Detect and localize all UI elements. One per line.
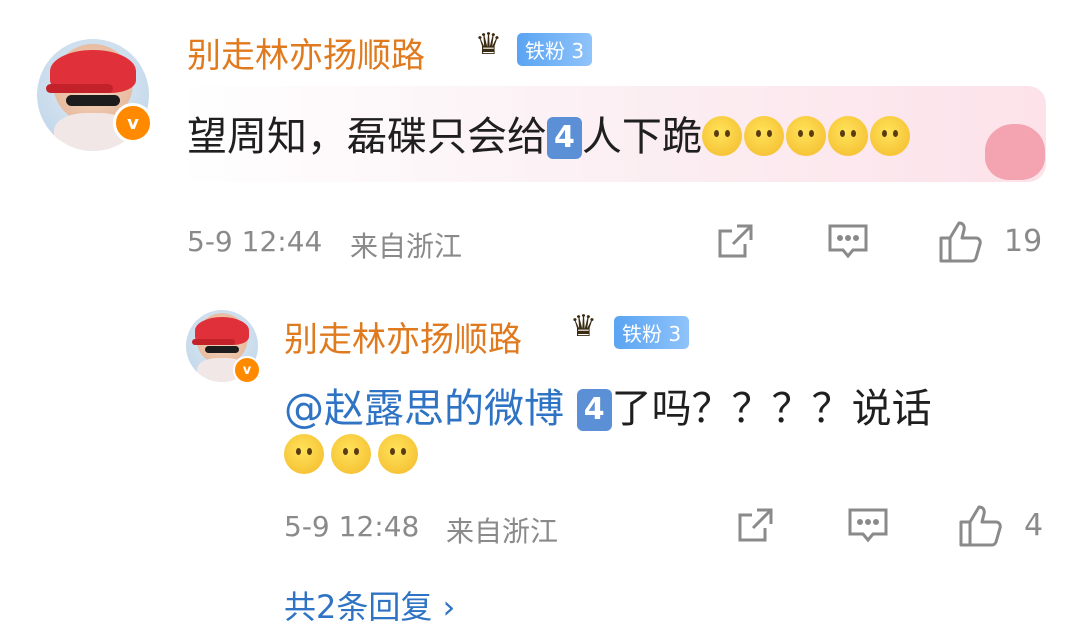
- verified-badge: v: [113, 103, 153, 143]
- emoji-icon: [378, 434, 419, 474]
- fan-badge[interactable]: 铁粉 3: [517, 33, 593, 66]
- emoji-icon: [785, 116, 826, 156]
- emoji-icon: [701, 116, 742, 156]
- verified-badge: v: [233, 356, 261, 384]
- comment-location: 来自浙江: [350, 230, 463, 263]
- like-icon[interactable]: [958, 504, 1004, 548]
- crown-icon: ♛: [570, 309, 597, 344]
- reply-text-after: 了吗？？？？说话: [611, 386, 932, 432]
- comment-text-after: 人下跪: [581, 114, 702, 160]
- comment-time: 5-9 12:44: [187, 225, 323, 258]
- comment-username[interactable]: 别走林亦扬顺路: [187, 28, 425, 77]
- comment-text-before: 望周知，磊碟只会给: [187, 114, 547, 160]
- fan-badge[interactable]: 铁粉 3: [614, 316, 690, 349]
- comment-text: 望周知，磊碟只会给 4 人下跪: [187, 104, 912, 162]
- share-icon[interactable]: [715, 222, 755, 262]
- keycap-emoji: 4: [547, 117, 582, 159]
- comment-icon[interactable]: [847, 506, 889, 546]
- reply-text: @赵露思的微博 4 了吗？？？？说话: [284, 376, 932, 434]
- crown-icon: ♛: [475, 27, 502, 62]
- emoji-icon: [331, 434, 372, 474]
- emoji-icon: [743, 116, 784, 156]
- sticker-decoration: [985, 124, 1045, 180]
- reply-time: 5-9 12:48: [284, 510, 420, 543]
- like-icon[interactable]: [938, 220, 984, 264]
- view-replies-link[interactable]: 共2条回复 ›: [284, 582, 455, 628]
- reply-location: 来自浙江: [446, 515, 559, 548]
- like-count: 4: [1024, 508, 1044, 543]
- reply-username[interactable]: 别走林亦扬顺路: [284, 312, 522, 361]
- emoji-icon: [284, 434, 324, 474]
- comment-icon[interactable]: [827, 222, 869, 262]
- share-icon[interactable]: [735, 506, 775, 546]
- keycap-emoji: 4: [576, 389, 612, 431]
- reply-emoji-row: [284, 434, 420, 474]
- emoji-icon: [869, 116, 910, 156]
- emoji-icon: [827, 116, 868, 156]
- mention-link[interactable]: @赵露思的微博: [284, 386, 564, 432]
- like-count: 19: [1004, 224, 1043, 259]
